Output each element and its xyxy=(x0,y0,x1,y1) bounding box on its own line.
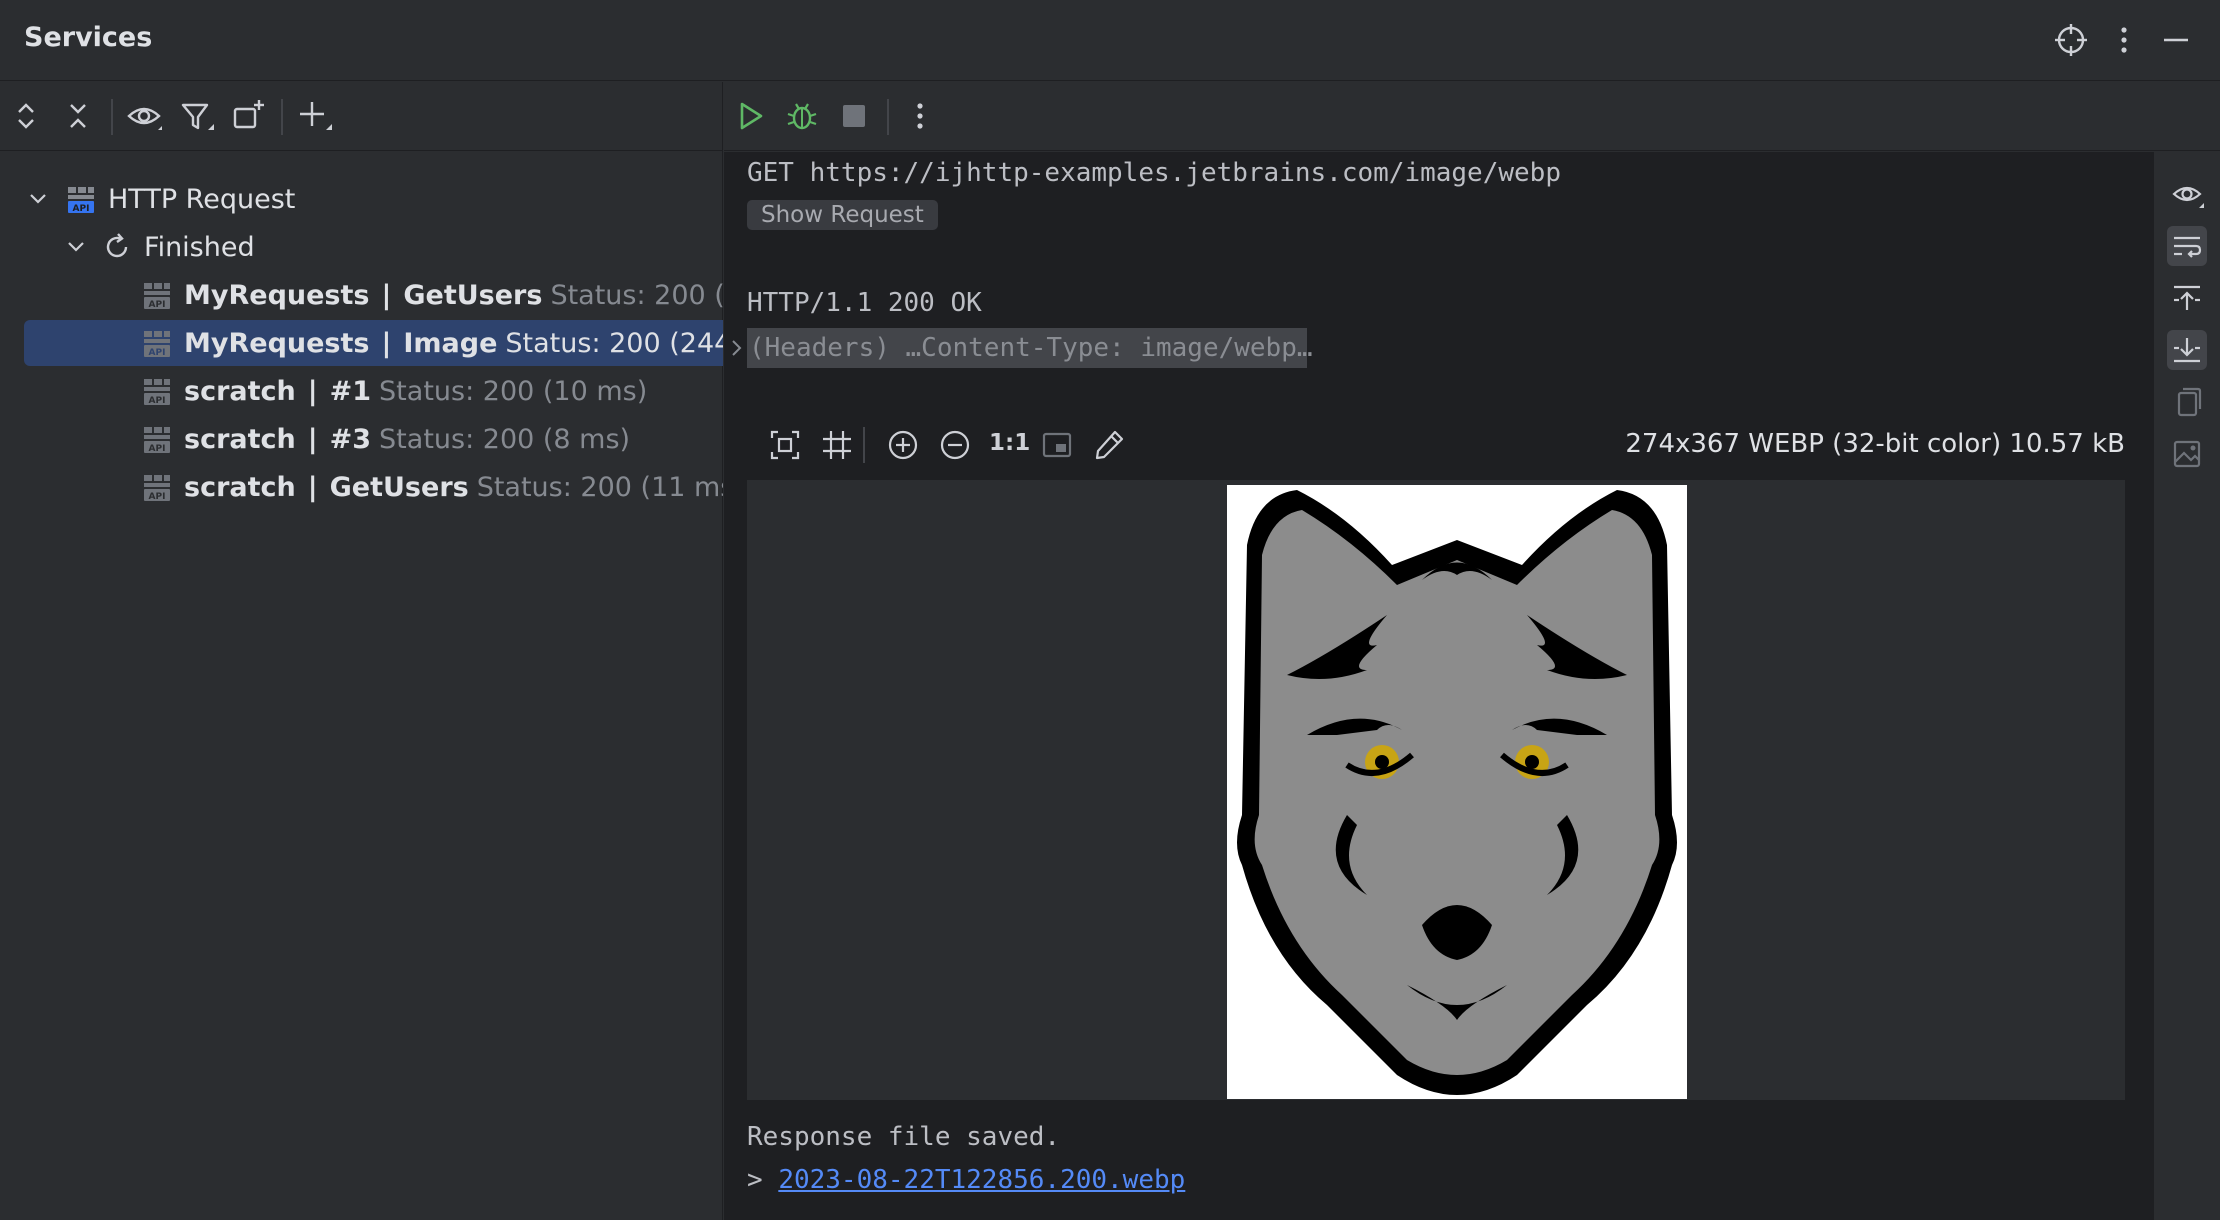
zoom-in-icon[interactable] xyxy=(885,427,921,463)
request-file-name: MyRequests xyxy=(184,327,370,359)
more-options-icon[interactable] xyxy=(900,96,940,136)
svg-text:API: API xyxy=(149,492,166,502)
image-viewer xyxy=(747,480,2125,1100)
copy-icon[interactable] xyxy=(2167,382,2207,422)
request-status: Status: 200 (39 ms) xyxy=(550,279,723,311)
show-request-button[interactable]: Show Request xyxy=(747,200,938,230)
refresh-icon xyxy=(102,232,132,262)
tool-window-title: Services xyxy=(24,22,153,53)
saved-file-link[interactable]: 2023-08-22T122856.200.webp xyxy=(778,1165,1185,1195)
scroll-to-end-icon[interactable] xyxy=(2167,330,2207,370)
stop-icon[interactable] xyxy=(834,96,874,136)
show-icon[interactable] xyxy=(124,96,164,136)
http-request-icon: API xyxy=(142,376,172,406)
http-request-icon: API xyxy=(66,184,96,214)
http-request-icon: API xyxy=(142,328,172,358)
debug-icon[interactable] xyxy=(782,96,822,136)
request-file-name: MyRequests xyxy=(184,279,370,311)
request-line: GET https://ijhttp-examples.jetbrains.co… xyxy=(747,158,1561,188)
image-icon[interactable] xyxy=(2167,434,2207,474)
locate-icon[interactable] xyxy=(2051,20,2091,60)
actual-size-button[interactable]: 1:1 xyxy=(989,430,1030,466)
minimize-icon[interactable] xyxy=(2156,20,2196,60)
zoom-out-icon[interactable] xyxy=(937,427,973,463)
svg-text:API: API xyxy=(73,204,90,214)
request-file-name: scratch xyxy=(184,375,296,407)
request-name: Image xyxy=(403,327,498,359)
collapse-all-icon[interactable] xyxy=(58,96,98,136)
more-options-icon[interactable] xyxy=(2104,20,2144,60)
separator: | xyxy=(381,279,392,311)
request-status: Status: 200 (244 ms) xyxy=(505,327,723,359)
wolf-image xyxy=(1237,490,1677,1095)
svg-text:API: API xyxy=(149,348,166,358)
request-name: #1 xyxy=(329,375,372,407)
tree-node-http-request[interactable]: API HTTP Request xyxy=(24,176,723,222)
request-file-name: scratch xyxy=(184,471,296,503)
headers-folded[interactable]: (Headers) …Content-Type: image/webp… xyxy=(747,328,1313,368)
tree-node-finished[interactable]: Finished xyxy=(62,224,761,270)
tree-item-request[interactable]: API scratch | #1 Status: 200 (10 ms) xyxy=(142,368,723,414)
fit-to-window-icon[interactable] xyxy=(767,427,803,463)
response-image xyxy=(1227,485,1687,1099)
http-request-icon: API xyxy=(142,424,172,454)
http-request-icon: API xyxy=(142,472,172,502)
request-status: Status: 200 (11 ms) xyxy=(476,471,723,503)
tree-node-label: HTTP Request xyxy=(108,183,296,215)
scroll-to-top-icon[interactable] xyxy=(2167,278,2207,318)
request-status: Status: 200 (10 ms) xyxy=(379,375,648,407)
response-toolbar xyxy=(724,82,2220,151)
image-toolbar: 1:1 274x367 WEBP (32-bit color) 10.57 kB xyxy=(747,415,2125,475)
response-panel: GET https://ijhttp-examples.jetbrains.co… xyxy=(724,82,2220,1220)
saved-file-row: > 2023-08-22T122856.200.webp xyxy=(747,1165,1185,1195)
request-status: Status: 200 (8 ms) xyxy=(379,423,631,455)
chevron-down-icon[interactable] xyxy=(62,233,90,261)
add-service-icon[interactable] xyxy=(294,96,334,136)
new-group-icon[interactable] xyxy=(228,96,268,136)
request-name: #3 xyxy=(329,423,372,455)
response-side-toolbar xyxy=(2153,152,2220,1220)
status-line: HTTP/1.1 200 OK xyxy=(747,288,982,318)
request-file-name: scratch xyxy=(184,423,296,455)
response-content: GET https://ijhttp-examples.jetbrains.co… xyxy=(724,152,2153,1220)
svg-text:API: API xyxy=(149,396,166,406)
headers-summary: (Headers) …Content-Type: image/webp… xyxy=(749,333,1313,363)
separator: | xyxy=(307,423,318,455)
tree-node-label: Finished xyxy=(144,231,255,263)
http-request-icon: API xyxy=(142,280,172,310)
view-options-icon[interactable] xyxy=(2167,174,2207,214)
tree-item-request[interactable]: API scratch | GetUsers Status: 200 (11 m… xyxy=(142,464,723,510)
image-info: 274x367 WEBP (32-bit color) 10.57 kB xyxy=(1625,429,2125,459)
tool-window-header: Services xyxy=(0,0,2220,81)
separator: | xyxy=(381,327,392,359)
request-name: GetUsers xyxy=(329,471,469,503)
filter-icon[interactable] xyxy=(176,96,216,136)
services-tree-panel: API HTTP Request Finished API MyRequests… xyxy=(0,82,723,1220)
tree-item-request[interactable]: API scratch | #3 Status: 200 (8 ms) xyxy=(142,416,723,462)
fit-zoom-icon[interactable] xyxy=(1039,427,1075,463)
run-icon[interactable] xyxy=(730,96,770,136)
grid-icon[interactable] xyxy=(819,427,855,463)
link-prefix: > xyxy=(747,1165,763,1195)
tree-item-request-selected[interactable]: API MyRequests | Image Status: 200 (244 … xyxy=(24,320,723,366)
expand-all-icon[interactable] xyxy=(6,96,46,136)
chevron-right-icon[interactable] xyxy=(728,336,746,360)
chevron-down-icon[interactable] xyxy=(24,185,52,213)
tree-toolbar xyxy=(0,82,723,151)
soft-wrap-icon[interactable] xyxy=(2167,226,2207,266)
tree-item-request[interactable]: API MyRequests | GetUsers Status: 200 (3… xyxy=(142,272,723,318)
color-picker-icon[interactable] xyxy=(1091,427,1127,463)
svg-text:API: API xyxy=(149,444,166,454)
separator: | xyxy=(307,375,318,407)
separator: | xyxy=(307,471,318,503)
svg-text:API: API xyxy=(149,300,166,310)
request-name: GetUsers xyxy=(403,279,543,311)
saved-message: Response file saved. xyxy=(747,1122,1061,1152)
